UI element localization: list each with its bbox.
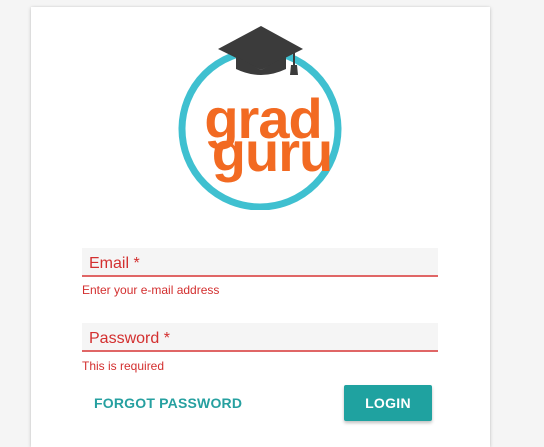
gradguru-logo-graphic: grad guru xyxy=(178,26,342,210)
login-card: grad guru Email * Enter your e-mail addr… xyxy=(31,7,490,447)
graduation-cap-icon xyxy=(218,26,303,70)
email-field[interactable]: Email * xyxy=(82,248,438,277)
password-input[interactable] xyxy=(82,323,438,350)
password-error: This is required xyxy=(82,359,165,373)
gradguru-logo: grad guru xyxy=(177,25,347,210)
login-button[interactable]: LOGIN xyxy=(344,385,432,421)
logo-text-guru: guru xyxy=(212,120,332,183)
forgot-password-link[interactable]: FORGOT PASSWORD xyxy=(94,395,242,411)
password-field[interactable]: Password * xyxy=(82,323,438,352)
email-error: Enter your e-mail address xyxy=(82,283,220,297)
email-input[interactable] xyxy=(82,248,438,275)
